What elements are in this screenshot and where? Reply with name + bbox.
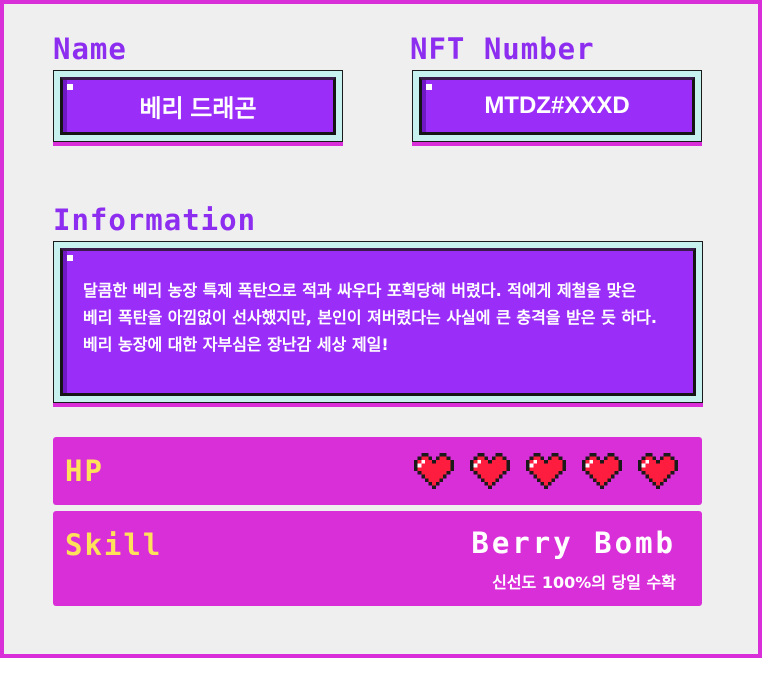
nft-number-heading: NFT Number	[410, 32, 595, 66]
name-heading: Name	[53, 32, 127, 66]
heart-icon	[414, 452, 454, 490]
nft-number-field: MTDZ#XXXD	[412, 70, 702, 142]
name-field: 베리 드래곤	[53, 70, 343, 142]
heart-icon	[582, 452, 622, 490]
character-name: 베리 드래곤	[139, 95, 257, 123]
pixel-decoration	[67, 255, 73, 261]
heart-icon	[638, 452, 678, 490]
skill-label: Skill	[65, 528, 163, 562]
heart-icon	[470, 452, 510, 490]
hp-hearts	[414, 451, 678, 491]
character-card: Name 베리 드래곤 NFT Number MTDZ#XXXD Informa…	[0, 0, 762, 658]
heart-icon	[526, 452, 566, 490]
hp-bar: HP	[53, 437, 702, 505]
nft-number-value: MTDZ#XXXD	[484, 92, 630, 119]
pixel-decoration	[426, 84, 432, 90]
skill-description: 신선도 100%의 당일 수확	[492, 573, 676, 592]
information-line: 베리 폭탄을 아낌없이 선사했지만, 본인이 져버렸다는 사실에 큰 충격을 받…	[83, 308, 657, 327]
skill-name: Berry Bomb	[471, 526, 676, 560]
information-text: 달콤한 베리 농장 특제 폭탄으로 적과 싸우다 포획당해 버렸다. 적에게 제…	[83, 277, 675, 358]
information-box: 달콤한 베리 농장 특제 폭탄으로 적과 싸우다 포획당해 버렸다. 적에게 제…	[53, 241, 703, 403]
information-heading: Information	[53, 203, 257, 237]
information-line: 베리 농장에 대한 자부심은 장난감 세상 제일!	[83, 335, 389, 354]
skill-bar: Skill Berry Bomb 신선도 100%의 당일 수확	[53, 511, 702, 606]
hp-label: HP	[65, 454, 104, 488]
information-line: 달콤한 베리 농장 특제 폭탄으로 적과 싸우다 포획당해 버렸다. 적에게 제…	[83, 281, 637, 300]
